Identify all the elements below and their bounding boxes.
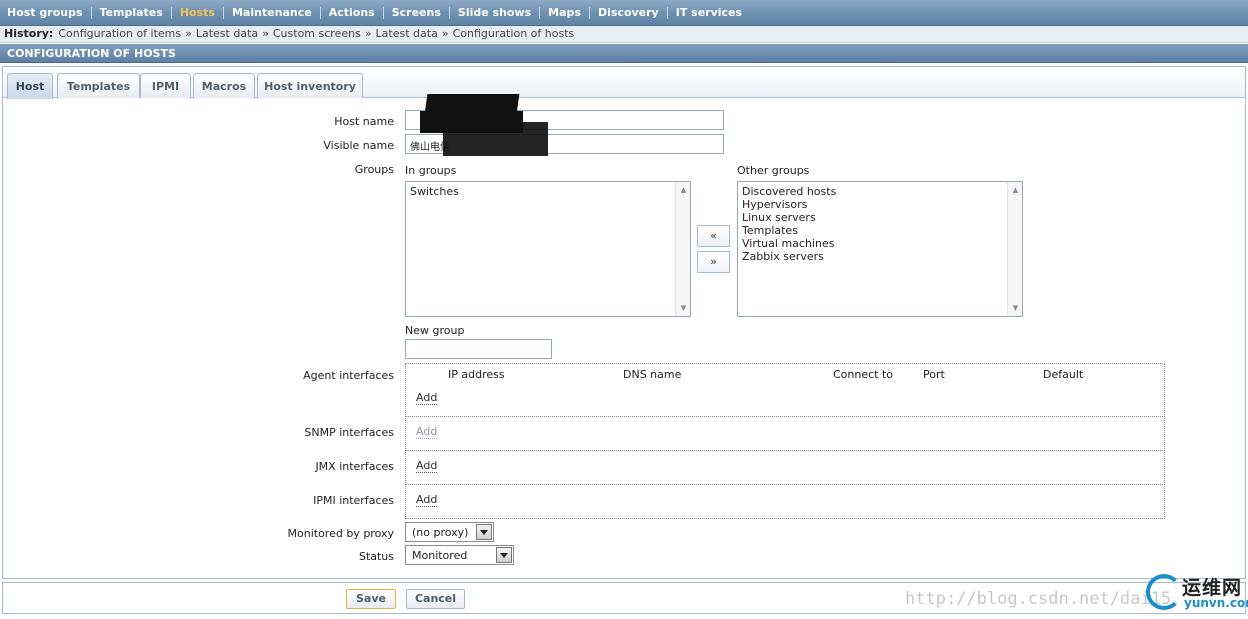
list-item[interactable]: Zabbix servers [742, 250, 1018, 263]
chevron-down-icon[interactable] [476, 524, 492, 540]
status-label: Status [358, 550, 394, 563]
col-ip-address: IP address [448, 368, 505, 381]
menu-templates[interactable]: Templates [92, 6, 172, 19]
in-groups-list[interactable]: Switches ▲ ▼ [405, 181, 691, 317]
breadcrumb-link[interactable]: Latest data [376, 27, 438, 40]
redaction-block [443, 122, 548, 156]
scrollbar[interactable]: ▲ ▼ [675, 182, 690, 316]
breadcrumb-separator: » [185, 27, 192, 40]
cancel-button[interactable]: Cancel [406, 589, 465, 609]
history-bar: History: Configuration of items» Latest da… [0, 26, 1248, 43]
scroll-down-icon[interactable]: ▼ [1008, 302, 1023, 314]
logo-en-text: yunvn.com [1184, 596, 1248, 610]
menu-slide-shows[interactable]: Slide shows [450, 6, 541, 19]
menu-hosts[interactable]: Hosts [172, 6, 224, 19]
proxy-select-value: (no proxy) [412, 526, 469, 539]
status-select[interactable]: Monitored [405, 545, 514, 565]
menu-maintenance[interactable]: Maintenance [224, 6, 321, 19]
list-item[interactable]: Virtual machines [742, 237, 1018, 250]
tab-templates[interactable]: Templates [57, 73, 140, 98]
ipmi-interfaces-label: IPMI interfaces [313, 494, 394, 507]
list-item[interactable]: Linux servers [742, 211, 1018, 224]
chevron-down-icon[interactable] [496, 547, 512, 563]
list-item[interactable]: Switches [410, 185, 686, 198]
groups-label: Groups [354, 163, 394, 176]
col-connect-to: Connect to [833, 368, 894, 381]
menu-it-services[interactable]: IT services [668, 6, 750, 19]
move-left-button[interactable]: « [697, 225, 730, 247]
breadcrumb-link[interactable]: Custom screens [273, 27, 361, 40]
list-item[interactable]: Hypervisors [742, 198, 1018, 211]
menu-discovery[interactable]: Discovery [590, 6, 668, 19]
menu-screens[interactable]: Screens [384, 6, 450, 19]
tab-host[interactable]: Host [7, 73, 53, 99]
menu-actions[interactable]: Actions [321, 6, 384, 19]
new-group-input[interactable] [405, 339, 552, 359]
breadcrumb-separator: » [441, 27, 449, 40]
logo-ring-icon [1146, 574, 1182, 610]
menu-host-groups[interactable]: Host groups [0, 6, 92, 19]
tab-macros[interactable]: Macros [193, 73, 255, 98]
add-snmp-interface-link[interactable]: Add [416, 426, 438, 439]
proxy-label: Monitored by proxy [287, 527, 394, 540]
snmp-interfaces-label: SNMP interfaces [304, 426, 394, 439]
new-group-label: New group [405, 324, 465, 337]
tab-ipmi[interactable]: IPMI [140, 73, 191, 98]
site-logo: 运维网 yunvn.com [1146, 572, 1248, 616]
scroll-up-icon[interactable]: ▲ [1008, 184, 1023, 196]
list-item[interactable]: Templates [742, 224, 1018, 237]
watermark-text: http://blog.csdn.net/dai15 [905, 589, 1172, 609]
col-port: Port [923, 368, 945, 381]
tab-host-inventory[interactable]: Host inventory [257, 73, 363, 98]
breadcrumb-link[interactable]: Configuration of hosts [453, 27, 575, 40]
menu-maps[interactable]: Maps [540, 6, 590, 19]
history-label: History: [4, 27, 54, 40]
scroll-down-icon[interactable]: ▼ [676, 302, 691, 314]
page-title: CONFIGURATION OF HOSTS [0, 44, 1248, 63]
breadcrumb-separator: » [364, 27, 372, 40]
scrollbar[interactable]: ▲ ▼ [1007, 182, 1022, 316]
scroll-up-icon[interactable]: ▲ [676, 184, 691, 196]
other-groups-label: Other groups [737, 164, 810, 177]
snmp-interfaces-box: Add [405, 416, 1165, 451]
visible-name-label: Visible name [323, 139, 394, 152]
tab-bar: Host Templates IPMI Macros Host inventor… [3, 67, 1245, 99]
ipmi-interfaces-box: Add [405, 484, 1165, 519]
jmx-interfaces-label: JMX interfaces [315, 460, 394, 473]
proxy-select[interactable]: (no proxy) [405, 522, 494, 542]
list-item[interactable]: Discovered hosts [742, 185, 1018, 198]
add-ipmi-interface-link[interactable]: Add [416, 494, 438, 507]
save-button[interactable]: Save [346, 589, 396, 609]
col-dns-name: DNS name [623, 368, 682, 381]
move-right-button[interactable]: » [697, 251, 730, 273]
status-select-value: Monitored [412, 549, 468, 562]
add-agent-interface-link[interactable]: Add [416, 392, 438, 405]
main-menu: Host groups Templates Hosts Maintenance Acti… [0, 0, 1248, 26]
agent-interfaces-label: Agent interfaces [303, 369, 394, 382]
add-jmx-interface-link[interactable]: Add [416, 460, 438, 473]
host-form-panel: Host Templates IPMI Macros Host inventor… [2, 66, 1246, 579]
breadcrumb-link[interactable]: Configuration of items [58, 27, 181, 40]
in-groups-label: In groups [405, 164, 457, 177]
host-name-label: Host name [334, 115, 394, 128]
agent-interfaces-box: IP address DNS name Connect to Port Defa… [405, 363, 1165, 417]
col-default: Default [1043, 368, 1084, 381]
other-groups-list[interactable]: Discovered hosts Hypervisors Linux servers… [737, 181, 1023, 317]
jmx-interfaces-box: Add [405, 450, 1165, 485]
breadcrumb-link[interactable]: Latest data [196, 27, 258, 40]
breadcrumb-separator: » [262, 27, 269, 40]
